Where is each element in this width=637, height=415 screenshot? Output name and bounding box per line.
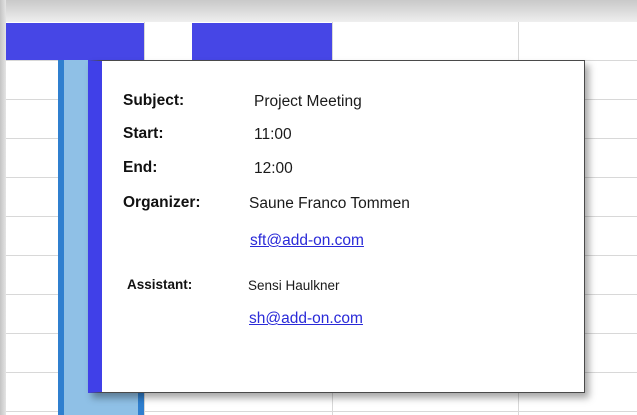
start-value: 11:00: [254, 126, 292, 143]
appointment-tooltip: Subject: Project Meeting Start: 11:00 En…: [88, 60, 585, 393]
assistant-label: Assistant:: [127, 277, 193, 292]
organizer-email-link[interactable]: sft@add-on.com: [250, 232, 364, 250]
subject-value: Project Meeting: [254, 93, 362, 110]
end-label: End:: [123, 159, 158, 176]
assistant-name: Sensi Haulkner: [248, 278, 340, 293]
end-value: 12:00: [254, 160, 293, 177]
organizer-label: Organizer:: [123, 194, 201, 211]
assistant-email-link[interactable]: sh@add-on.com: [249, 310, 363, 328]
calendar-header-block[interactable]: [6, 23, 144, 60]
subject-label: Subject:: [123, 92, 185, 109]
window-top-frame: [0, 0, 637, 22]
start-label: Start:: [123, 125, 164, 142]
organizer-name: Saune Franco Tommen: [249, 195, 410, 212]
calendar-header-block[interactable]: [192, 23, 332, 60]
